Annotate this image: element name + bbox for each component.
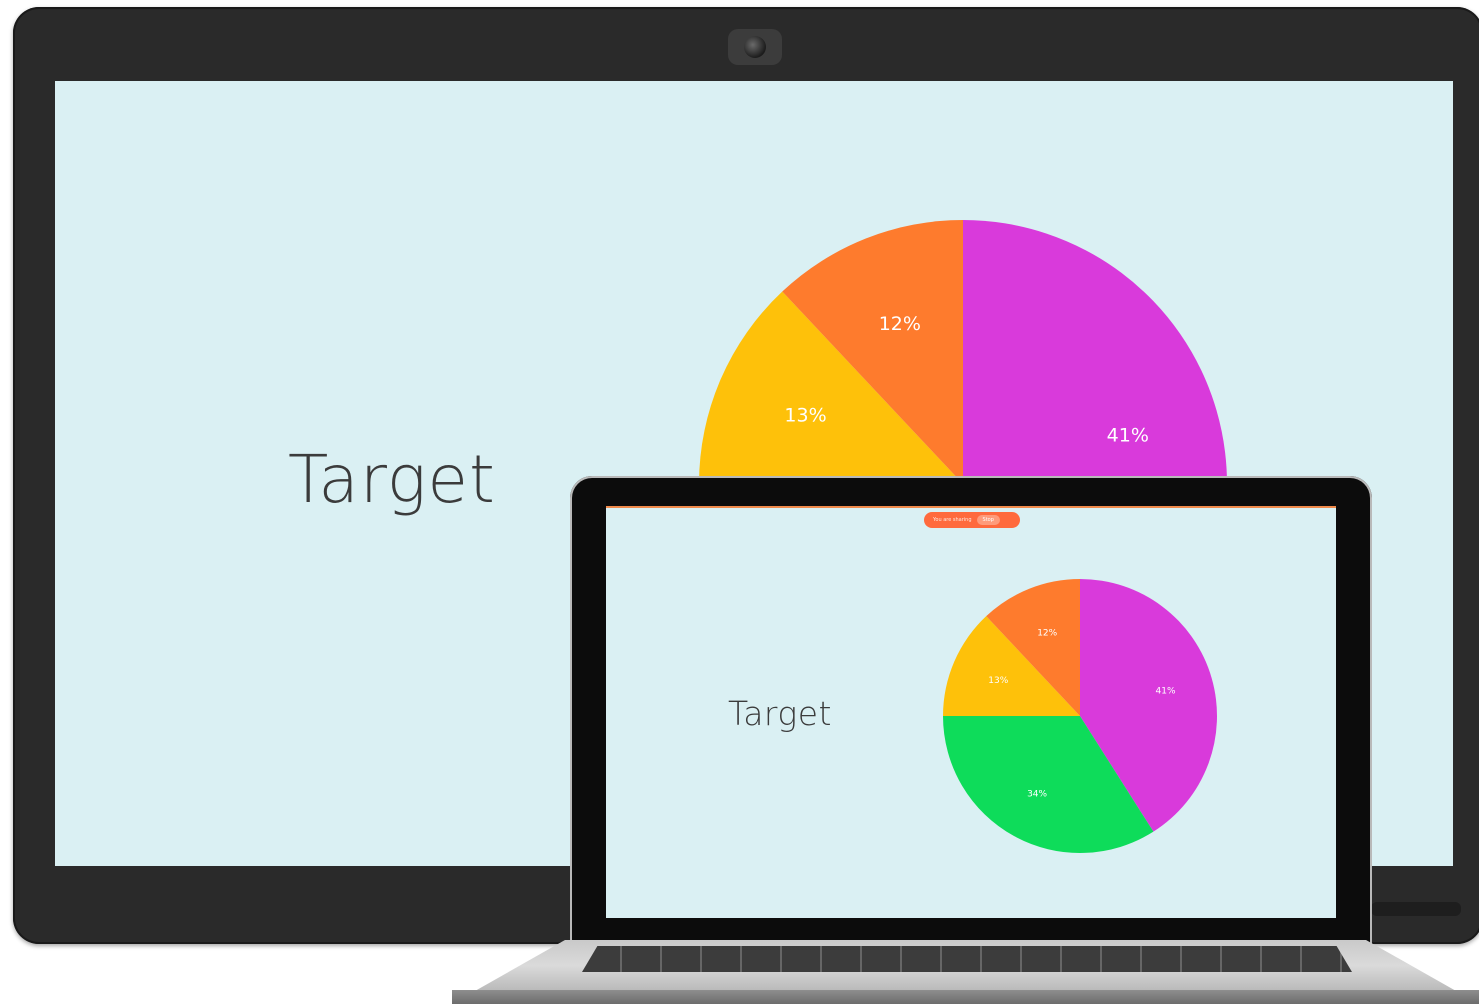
laptop-pie-chart: 41% 34% 13% 12% xyxy=(943,579,1217,853)
laptop-pie-label-1: 34% xyxy=(1027,790,1047,800)
laptop-pie-label-2: 13% xyxy=(988,676,1008,686)
display-side-edge xyxy=(1371,902,1461,916)
laptop-screen: You are sharing Stop Target 41% 34% 13% 12% xyxy=(606,506,1336,918)
laptop-base xyxy=(452,940,1479,1004)
laptop-pie-label-0: 41% xyxy=(1156,687,1176,697)
stop-sharing-button[interactable]: Stop xyxy=(976,515,1000,525)
laptop: You are sharing Stop Target 41% 34% 13% 12% xyxy=(570,476,1372,946)
display-slide-title: Target xyxy=(288,441,496,518)
sharing-banner: You are sharing Stop xyxy=(924,512,1020,528)
display-pie-label-3: 12% xyxy=(879,313,921,335)
camera-lens xyxy=(744,36,766,58)
keyboard xyxy=(582,946,1352,972)
camera-icon xyxy=(728,29,782,65)
laptop-front-edge xyxy=(452,990,1479,1004)
display-pie-label-2: 13% xyxy=(784,404,826,426)
display-pie-label-0: 41% xyxy=(1107,425,1149,447)
laptop-pie-label-3: 12% xyxy=(1037,629,1057,639)
sharing-status-text: You are sharing xyxy=(933,517,972,523)
laptop-slide-title: Target xyxy=(728,694,832,733)
